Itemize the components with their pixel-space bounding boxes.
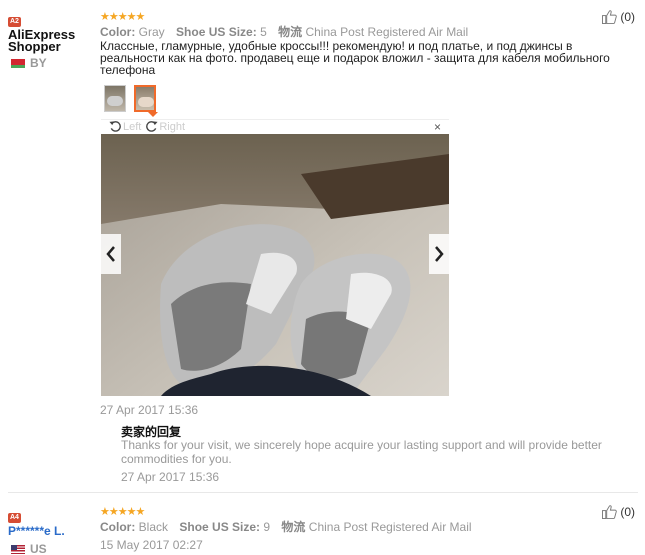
star-rating: ★★★★★ bbox=[100, 506, 145, 518]
color-label: Color: bbox=[100, 25, 136, 39]
buyer-level-badge: A4 bbox=[8, 513, 21, 523]
chevron-right-icon bbox=[435, 246, 444, 262]
rotate-right-button[interactable]: Right bbox=[145, 120, 185, 133]
order-attributes: Color: Gray Shoe US Size: 5 物流 China Pos… bbox=[100, 23, 468, 40]
reviewer-country: BY bbox=[8, 56, 96, 70]
reviewer-info: A4 P******e L. US bbox=[8, 506, 96, 555]
reviewer-name-line: Shopper bbox=[8, 39, 61, 54]
review-date: 15 May 2017 02:27 bbox=[100, 538, 203, 552]
buyer-level-badge: A2 bbox=[8, 17, 21, 27]
helpful-button[interactable]: (0) bbox=[602, 505, 635, 519]
size-label: Shoe US Size: bbox=[179, 520, 261, 534]
rotate-right-label: Right bbox=[159, 120, 186, 133]
review-item: A4 P******e L. US ★★★★★ Color: Black Sho… bbox=[0, 495, 645, 555]
size-value: 5 bbox=[260, 25, 267, 39]
rotate-right-icon bbox=[146, 121, 158, 132]
us-flag-icon bbox=[11, 544, 25, 554]
helpful-count: (0) bbox=[620, 10, 635, 24]
belarus-flag-icon bbox=[11, 58, 25, 68]
size-label: Shoe US Size: bbox=[176, 25, 257, 39]
country-code: BY bbox=[30, 56, 47, 70]
helpful-count: (0) bbox=[620, 505, 635, 519]
review-photo-thumbnails bbox=[104, 85, 156, 112]
color-value: Black bbox=[138, 520, 169, 534]
selected-indicator-arrow bbox=[148, 112, 158, 117]
shipping-value: China Post Registered Air Mail bbox=[308, 520, 472, 534]
reviewer-name: AliExpress Shopper bbox=[8, 28, 96, 54]
review-item: A2 AliExpress Shopper BY ★★★★★ Color: Gr… bbox=[0, 0, 645, 493]
seller-reply-date: 27 Apr 2017 15:36 bbox=[121, 470, 220, 484]
chevron-left-icon bbox=[106, 246, 115, 262]
reviewer-info: A2 AliExpress Shopper BY bbox=[8, 10, 96, 70]
rotate-left-button[interactable]: Left bbox=[109, 120, 141, 133]
rotate-left-label: Left bbox=[123, 120, 142, 133]
reviewer-country: US bbox=[8, 542, 96, 555]
review-date: 27 Apr 2017 15:36 bbox=[100, 403, 199, 417]
star-rating: ★★★★★ bbox=[100, 11, 145, 23]
previous-photo-button[interactable] bbox=[101, 234, 121, 274]
shipping-label: 物流 bbox=[281, 520, 306, 534]
review-divider bbox=[8, 492, 638, 493]
shipping-label: 物流 bbox=[278, 25, 303, 39]
country-code: US bbox=[30, 542, 47, 555]
thumbs-up-icon bbox=[602, 10, 618, 24]
shipping-value: China Post Registered Air Mail bbox=[305, 25, 469, 39]
helpful-button[interactable]: (0) bbox=[602, 10, 635, 24]
photo-thumbnail[interactable] bbox=[104, 85, 126, 112]
thumbs-up-icon bbox=[602, 505, 618, 519]
photo-viewer-toolbar: Left Right × bbox=[101, 119, 449, 134]
reviewer-name[interactable]: P******e L. bbox=[8, 525, 96, 537]
rotate-left-icon bbox=[109, 121, 121, 132]
close-icon[interactable]: × bbox=[434, 120, 441, 134]
size-value: 9 bbox=[263, 520, 271, 534]
color-label: Color: bbox=[100, 520, 136, 534]
color-value: Gray bbox=[138, 25, 165, 39]
seller-reply-text: Thanks for your visit, we sincerely hope… bbox=[121, 438, 602, 466]
next-photo-button[interactable] bbox=[429, 234, 449, 274]
review-text: Классные, гламурные, удобные кроссы!!! р… bbox=[100, 39, 610, 77]
photo-thumbnail-selected[interactable] bbox=[134, 85, 156, 112]
shoes-photo-image bbox=[101, 134, 449, 396]
order-attributes: Color: Black Shoe US Size: 9 物流 China Po… bbox=[100, 518, 472, 535]
review-photo bbox=[101, 134, 449, 396]
